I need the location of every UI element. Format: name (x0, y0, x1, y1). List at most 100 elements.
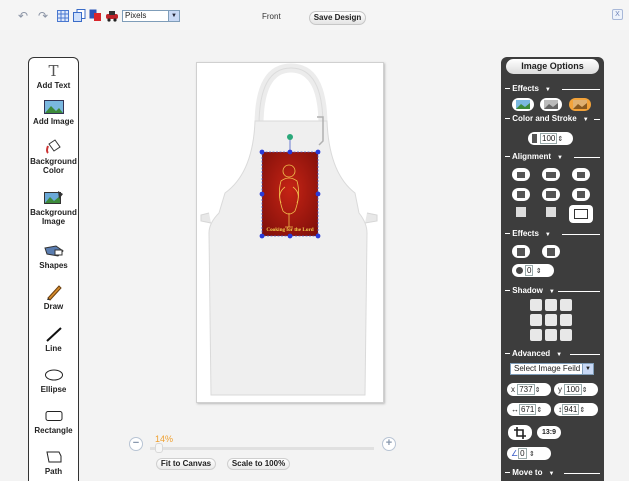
spinner-icon[interactable]: ⇕ (529, 451, 535, 458)
shadow-position-grid[interactable] (530, 299, 573, 342)
spinner-icon[interactable]: ⇕ (579, 407, 585, 414)
section-advanced[interactable]: Advanced ▼ (505, 349, 600, 359)
copy-icon[interactable] (72, 9, 86, 22)
shadow-top-right[interactable] (560, 299, 572, 311)
align-left-icon[interactable] (512, 168, 530, 181)
tool-ellipse[interactable]: Ellipse (29, 365, 78, 394)
spinner-icon[interactable]: ⇕ (536, 407, 542, 414)
rectangle-icon (29, 406, 78, 426)
flip-vertical-icon[interactable] (542, 245, 560, 258)
send-backward-icon[interactable] (512, 205, 530, 218)
effect-normal-button[interactable] (512, 98, 534, 111)
rotate-handle[interactable] (287, 134, 293, 140)
section-label: Color and Stroke (512, 114, 577, 123)
spinner-icon[interactable]: ⇕ (535, 387, 541, 394)
tool-line[interactable]: Line (29, 324, 78, 353)
spinner-icon[interactable]: ⇕ (557, 136, 563, 143)
effect-level-field[interactable]: 0 ⇕ (512, 264, 554, 277)
y-position-field[interactable]: y 100 ⇕ (554, 383, 598, 396)
shadow-bottom-left[interactable] (530, 329, 542, 341)
effect-grayscale-button[interactable] (540, 98, 562, 111)
redo-icon[interactable]: ↷ (36, 9, 50, 23)
car-icon[interactable] (105, 9, 119, 22)
chevron-down-icon: ▼ (582, 364, 593, 374)
shadow-top-left[interactable] (530, 299, 542, 311)
section-effects-2[interactable]: Effects ▼ (505, 229, 600, 239)
grid-icon[interactable] (56, 9, 70, 22)
tool-path[interactable]: Path (29, 447, 78, 476)
tool-draw[interactable]: Draw (29, 282, 78, 311)
fit-to-canvas-button[interactable]: Fit to Canvas (156, 458, 216, 470)
tool-add-text[interactable]: T Add Text (29, 61, 78, 90)
units-select[interactable]: Pixels ▼ (122, 10, 180, 22)
effect-level-input[interactable]: 0 (525, 265, 534, 276)
section-move-to[interactable]: Move to ▼ (505, 468, 600, 478)
y-input[interactable]: 100 (564, 384, 582, 395)
image-icon (29, 97, 78, 117)
effect-sepia-button[interactable] (569, 98, 591, 111)
tool-background-image[interactable]: Background Image (29, 188, 78, 226)
align-middle-icon[interactable] (542, 188, 560, 201)
tool-label: Rectangle (34, 426, 73, 435)
align-bottom-icon[interactable] (572, 188, 590, 201)
tool-add-image[interactable]: Add Image (29, 97, 78, 126)
width-field[interactable]: ↔ 671 ⇕ (507, 403, 551, 416)
close-icon[interactable]: X (612, 9, 623, 20)
scale-to-100-button[interactable]: Scale to 100% (227, 458, 290, 470)
design-canvas[interactable]: Cooking for the Lord (196, 62, 384, 403)
height-input[interactable]: 941 (562, 404, 580, 415)
select-image-field-dropdown[interactable]: Select Image Feild ▼ (510, 363, 594, 375)
design-caption: Cooking for the Lord (266, 227, 313, 233)
chevron-down-icon: ▼ (544, 232, 551, 238)
section-label: Effects (512, 229, 539, 238)
shadow-top[interactable] (545, 299, 557, 311)
x-position-field[interactable]: x 737 ⇕ (507, 383, 551, 396)
spinner-icon[interactable]: ⇕ (582, 387, 588, 394)
shadow-bottom-right[interactable] (560, 329, 572, 341)
flip-horizontal-icon[interactable] (512, 245, 530, 258)
rotation-input[interactable]: 0 (518, 448, 527, 459)
zoom-out-icon[interactable]: − (129, 437, 143, 451)
section-alignment[interactable]: Alignment ▼ (505, 152, 600, 162)
stroke-width-field[interactable]: 100 ⇕ (528, 132, 573, 145)
fit-frame-icon[interactable] (569, 205, 593, 223)
zoom-slider-track[interactable] (150, 447, 374, 450)
tool-rectangle[interactable]: Rectangle (29, 406, 78, 435)
panel-title: Image Options (506, 59, 599, 74)
section-effects[interactable]: Effects ▼ (505, 84, 600, 94)
chevron-down-icon: ▼ (548, 471, 555, 477)
tool-background-color[interactable]: Background Color (29, 137, 78, 175)
stroke-width-input[interactable]: 100 (540, 133, 558, 144)
save-design-button[interactable]: Save Design (309, 11, 366, 25)
zoom-slider-thumb[interactable] (155, 443, 163, 453)
chevron-down-icon: ▼ (548, 289, 555, 295)
crop-icon[interactable] (508, 425, 532, 440)
shadow-center[interactable] (545, 314, 557, 326)
spinner-icon[interactable]: ⇕ (536, 268, 542, 275)
paint-bucket-icon (29, 137, 78, 157)
rotation-field[interactable]: ∠ 0 ⇕ (507, 447, 551, 460)
shadow-left[interactable] (530, 314, 542, 326)
align-top-icon[interactable] (512, 188, 530, 201)
bring-forward-icon[interactable] (542, 205, 560, 218)
section-color-and-stroke[interactable]: Color and Stroke ▼ (505, 114, 600, 124)
landscape-icon (516, 100, 530, 109)
layers-icon[interactable] (88, 9, 102, 22)
x-label: x (511, 385, 515, 394)
tool-label: Draw (43, 302, 64, 311)
x-input[interactable]: 737 (517, 384, 535, 395)
width-input[interactable]: 671 (519, 404, 537, 415)
align-right-icon[interactable] (572, 168, 590, 181)
height-field[interactable]: ↕ 941 ⇕ (554, 403, 598, 416)
align-center-icon[interactable] (542, 168, 560, 181)
units-select-value: Pixels (125, 11, 147, 20)
tool-shapes[interactable]: Shapes (29, 241, 78, 270)
section-label: Alignment (511, 152, 552, 161)
section-shadow[interactable]: Shadow ▼ (505, 286, 600, 296)
aspect-ratio-button[interactable]: 13:9 (537, 426, 561, 439)
background-image-icon (29, 188, 78, 208)
zoom-in-icon[interactable]: + (382, 437, 396, 451)
shadow-bottom[interactable] (545, 329, 557, 341)
undo-icon[interactable]: ↶ (16, 9, 30, 23)
shadow-right[interactable] (560, 314, 572, 326)
